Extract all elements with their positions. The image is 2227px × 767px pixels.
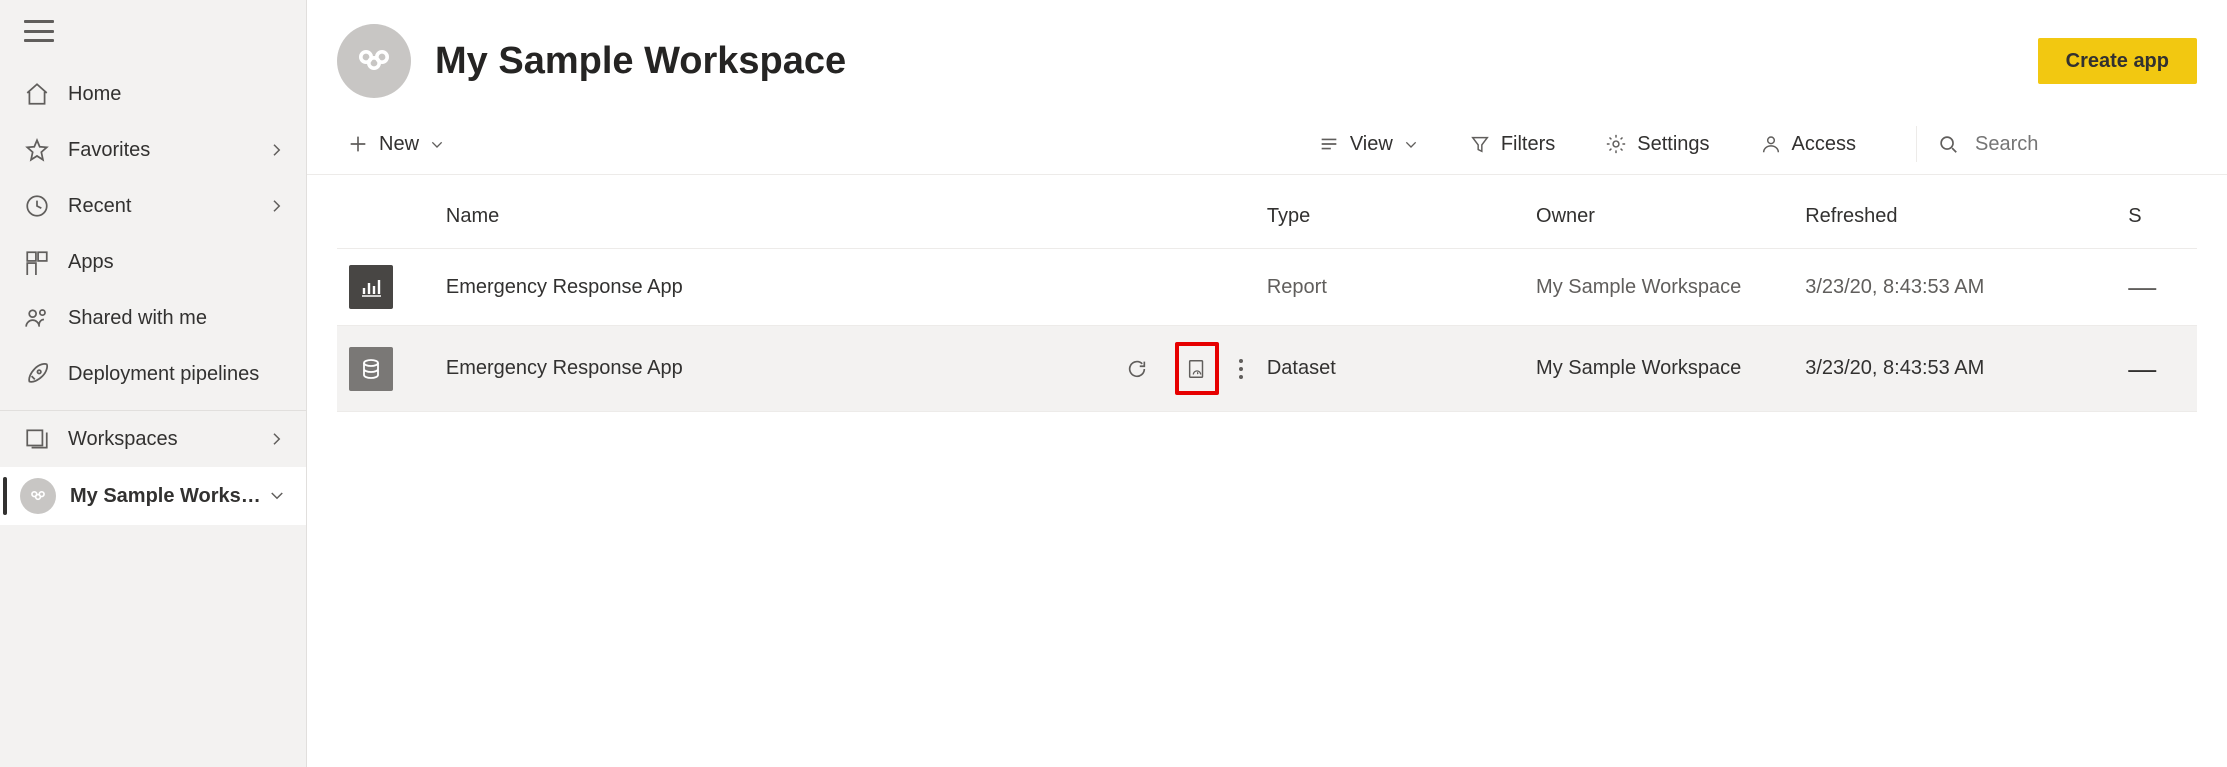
refresh-now-button[interactable] xyxy=(1119,351,1155,387)
chevron-right-icon xyxy=(268,197,286,215)
sidebar-item-apps[interactable]: Apps xyxy=(0,234,306,290)
table-row[interactable]: Emergency Response App xyxy=(337,326,2197,412)
sidebar-item-label: Workspaces xyxy=(68,428,268,451)
item-name[interactable]: Emergency Response App xyxy=(434,249,999,326)
filters-button[interactable]: Filters xyxy=(1459,127,1565,162)
sidebar-item-label: Home xyxy=(68,83,286,106)
search-box[interactable] xyxy=(1937,133,2197,156)
filters-label: Filters xyxy=(1501,133,1555,156)
sidebar-item-pipelines[interactable]: Deployment pipelines xyxy=(0,346,306,402)
view-button[interactable]: View xyxy=(1308,127,1429,162)
page-title: My Sample Workspace xyxy=(435,40,2038,83)
more-options-button[interactable] xyxy=(1239,359,1243,379)
col-type[interactable]: Type xyxy=(1255,175,1524,249)
sidebar-item-label: Deployment pipelines xyxy=(68,363,286,386)
chevron-down-icon xyxy=(429,136,445,152)
hamburger-menu-icon[interactable] xyxy=(24,20,54,42)
toolbar: New View Filters Settings Access xyxy=(307,116,2227,175)
star-icon xyxy=(24,137,50,163)
item-name[interactable]: Emergency Response App xyxy=(434,326,999,412)
item-refreshed: 3/23/20, 8:43:53 AM xyxy=(1793,249,2116,326)
sidebar-item-recent[interactable]: Recent xyxy=(0,178,306,234)
chevron-down-icon xyxy=(1403,136,1419,152)
content-table: Name Type Owner Refreshed S xyxy=(337,175,2197,412)
sidebar-item-home[interactable]: Home xyxy=(0,66,306,122)
current-workspace-label: My Sample Works… xyxy=(70,485,268,508)
workspace-header: My Sample Workspace Create app xyxy=(307,0,2227,116)
sidebar-item-label: Apps xyxy=(68,251,286,274)
dataset-icon xyxy=(349,347,393,391)
item-sensitivity: — xyxy=(2116,326,2197,412)
settings-button[interactable]: Settings xyxy=(1595,127,1719,162)
sidebar-item-shared[interactable]: Shared with me xyxy=(0,290,306,346)
gear-icon xyxy=(1605,133,1627,155)
chevron-right-icon xyxy=(268,430,286,448)
sidebar-item-label: Shared with me xyxy=(68,307,286,330)
item-refreshed: 3/23/20, 8:43:53 AM xyxy=(1793,326,2116,412)
sidebar-item-favorites[interactable]: Favorites xyxy=(0,122,306,178)
sidebar: Home Favorites Recent Apps Shared with m… xyxy=(0,0,307,767)
schedule-refresh-button[interactable] xyxy=(1175,342,1219,395)
home-icon xyxy=(24,81,50,107)
item-type: Report xyxy=(1255,249,1524,326)
col-name[interactable]: Name xyxy=(434,175,999,249)
sidebar-current-workspace[interactable]: My Sample Works… xyxy=(0,467,306,525)
item-sensitivity: — xyxy=(2116,249,2197,326)
funnel-icon xyxy=(1469,133,1491,155)
person-icon xyxy=(1760,133,1782,155)
col-sensitivity[interactable]: S xyxy=(2116,175,2197,249)
workspace-avatar-icon xyxy=(337,24,411,98)
access-label: Access xyxy=(1792,133,1856,156)
workspace-avatar-icon xyxy=(20,478,56,514)
sidebar-item-label: Recent xyxy=(68,195,268,218)
chevron-down-icon xyxy=(268,487,286,505)
view-label: View xyxy=(1350,133,1393,156)
stack-icon xyxy=(24,426,50,452)
shared-icon xyxy=(24,305,50,331)
table-row[interactable]: Emergency Response App Report My Sample … xyxy=(337,249,2197,326)
apps-icon xyxy=(24,249,50,275)
col-refreshed[interactable]: Refreshed xyxy=(1793,175,2116,249)
rocket-icon xyxy=(24,361,50,387)
search-input[interactable] xyxy=(1975,133,2175,156)
settings-label: Settings xyxy=(1637,133,1709,156)
plus-icon xyxy=(347,133,369,155)
view-icon xyxy=(1318,133,1340,155)
sidebar-item-workspaces[interactable]: Workspaces xyxy=(0,411,306,467)
col-owner[interactable]: Owner xyxy=(1524,175,1793,249)
search-icon xyxy=(1937,133,1959,155)
main-content: My Sample Workspace Create app New View … xyxy=(307,0,2227,767)
new-button[interactable]: New xyxy=(337,127,455,162)
report-icon xyxy=(349,265,393,309)
access-button[interactable]: Access xyxy=(1750,127,1866,162)
sidebar-item-label: Favorites xyxy=(68,139,268,162)
item-type: Dataset xyxy=(1255,326,1524,412)
create-app-button[interactable]: Create app xyxy=(2038,38,2197,84)
chevron-right-icon xyxy=(268,141,286,159)
divider xyxy=(1916,126,1917,162)
clock-icon xyxy=(24,193,50,219)
item-owner: My Sample Workspace xyxy=(1524,249,1793,326)
new-label: New xyxy=(379,133,419,156)
item-owner: My Sample Workspace xyxy=(1524,326,1793,412)
